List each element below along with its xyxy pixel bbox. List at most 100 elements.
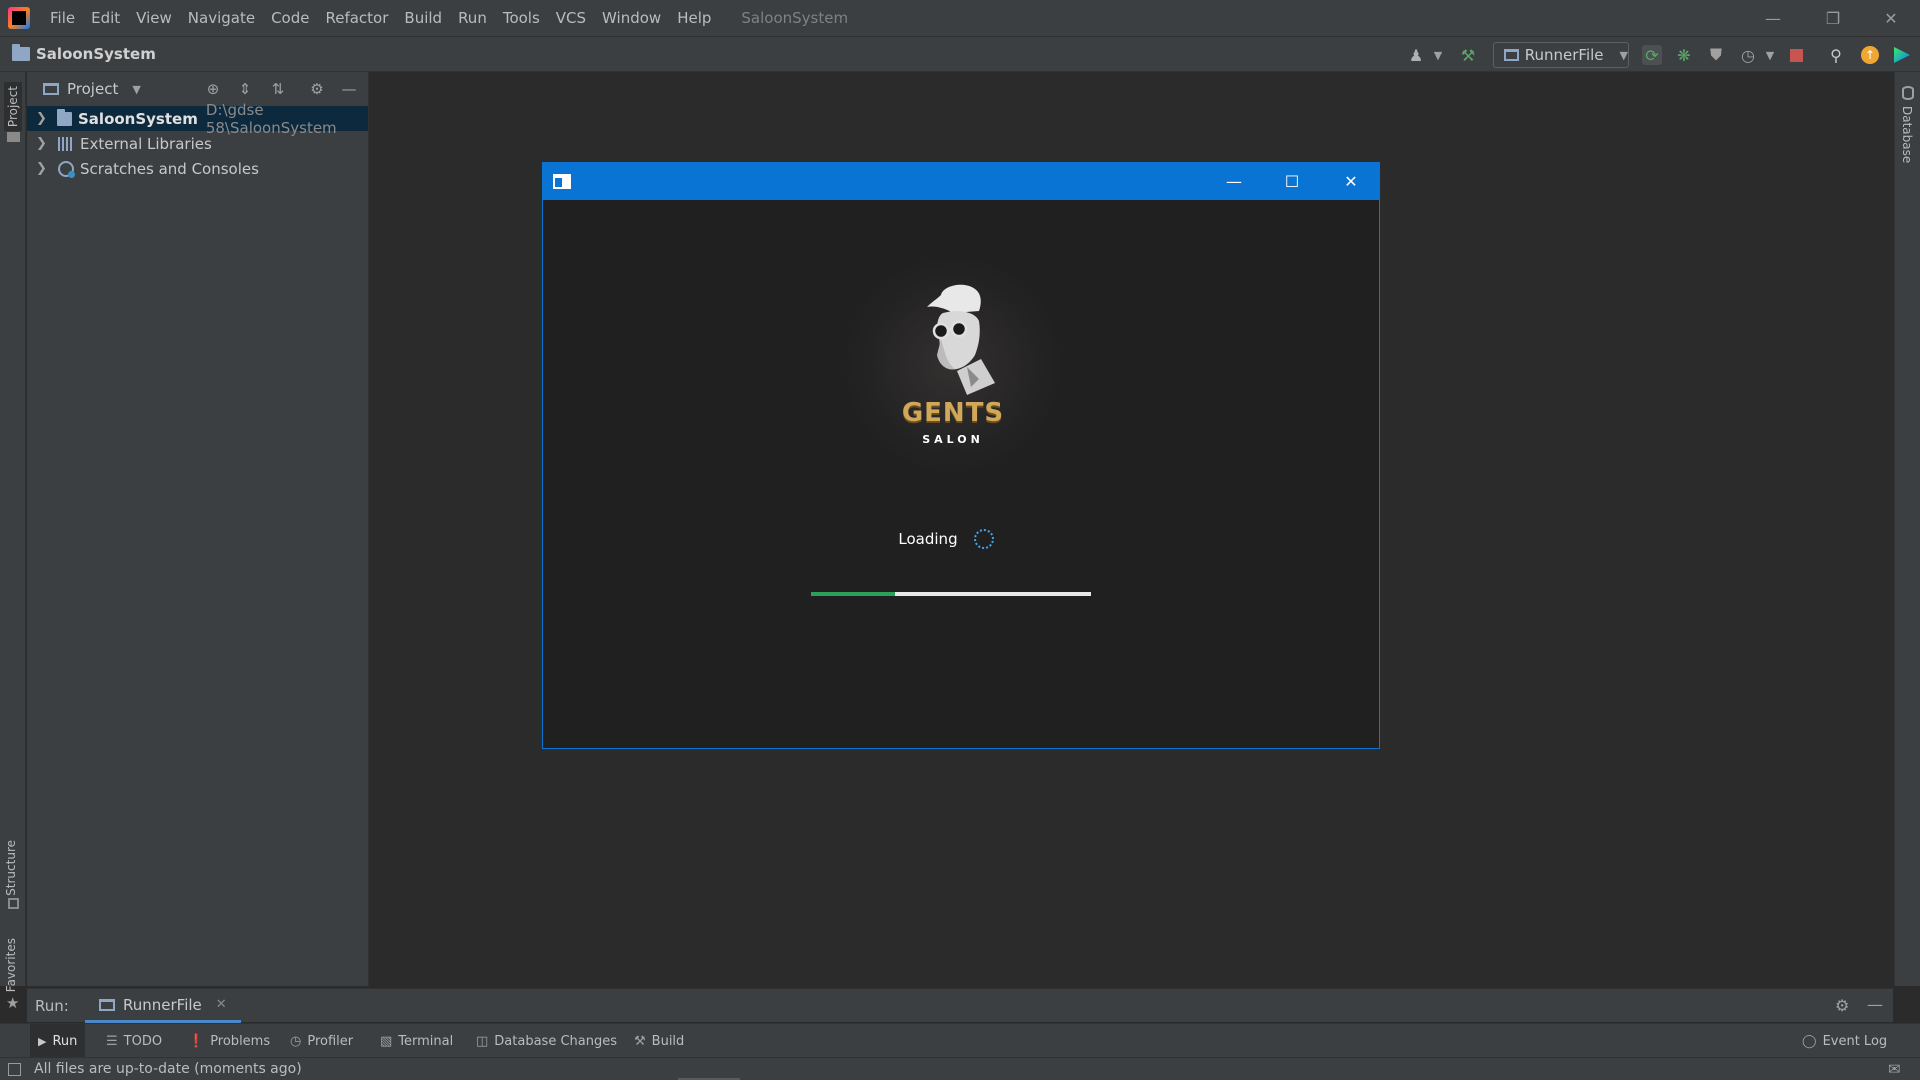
expand-all-icon[interactable]: ⇕ xyxy=(235,79,255,99)
menu-view[interactable]: View xyxy=(128,0,180,36)
loading-indicator: Loading xyxy=(543,529,1379,549)
splash-minimize-button[interactable]: — xyxy=(1205,163,1263,200)
tab-label: Run xyxy=(52,1033,78,1049)
chevron-down-icon: ▼ xyxy=(132,82,141,96)
scratches-icon xyxy=(58,160,75,178)
tab-problems[interactable]: ❗ Problems xyxy=(180,1024,278,1058)
menu-help[interactable]: Help xyxy=(669,0,719,36)
tab-terminal[interactable]: ▧ Terminal xyxy=(372,1024,461,1058)
terminal-icon: ▧ xyxy=(380,1033,393,1049)
code-with-me-icon[interactable] xyxy=(1892,45,1912,65)
project-tool-tab-label: Project xyxy=(6,86,20,128)
restore-button[interactable]: ❐ xyxy=(1804,0,1862,36)
tree-item-label: SaloonSystem xyxy=(78,109,198,128)
build-hammer-icon[interactable]: ⚒ xyxy=(1458,45,1478,65)
user-dropdown-icon[interactable]: ▼ xyxy=(1428,45,1448,65)
menu-file[interactable]: File xyxy=(42,0,83,36)
problems-icon: ❗ xyxy=(188,1033,205,1049)
right-tool-strip: Database xyxy=(1894,72,1920,986)
menu-vcs[interactable]: VCS xyxy=(548,0,594,36)
hammer-icon: ⚒ xyxy=(634,1033,646,1049)
chevron-right-icon[interactable]: ❯ xyxy=(36,136,48,151)
run-config-select[interactable]: RunnerFile ▼ xyxy=(1493,42,1629,68)
database-tool-tab-label: Database xyxy=(1900,106,1914,164)
menu-window[interactable]: Window xyxy=(594,0,669,36)
tab-todo[interactable]: ☰ TODO xyxy=(98,1024,170,1058)
splash-maximize-button[interactable]: ☐ xyxy=(1263,163,1321,200)
close-window-button[interactable]: ✕ xyxy=(1862,0,1920,36)
collapse-all-icon[interactable]: ⇅ xyxy=(268,79,288,99)
project-view-select[interactable]: Project ▼ xyxy=(43,80,141,98)
profiler-icon: ◷ xyxy=(290,1033,302,1049)
loading-window-titlebar[interactable]: — ☐ ✕ xyxy=(543,163,1379,200)
restore-icon: ❐ xyxy=(1825,8,1841,28)
database-tool-tab[interactable]: Database xyxy=(1900,106,1914,163)
close-tab-icon[interactable]: ✕ xyxy=(216,997,227,1012)
tree-item-scratches[interactable]: ❯ Scratches and Consoles xyxy=(27,156,368,181)
play-icon: ▶ xyxy=(38,1034,47,1048)
profiler-run-icon[interactable]: ◷ xyxy=(1738,45,1758,65)
update-icon[interactable]: ↑ xyxy=(1860,45,1880,65)
menu-code[interactable]: Code xyxy=(263,0,317,36)
favorites-tool-tab-label: Favorites xyxy=(4,938,18,993)
menu-build[interactable]: Build xyxy=(396,0,450,36)
tab-profiler[interactable]: ◷ Profiler xyxy=(282,1024,361,1058)
gents-salon-logo: GENTS SALON xyxy=(843,255,1063,475)
run-tool-window-bar: Run: RunnerFile ✕ ⚙ — xyxy=(27,988,1893,1023)
event-log-label: Event Log xyxy=(1822,1033,1888,1049)
breadcrumb-project: SaloonSystem xyxy=(36,45,156,63)
more-run-options-icon[interactable]: ▼ xyxy=(1760,45,1780,65)
tree-item-saloonsystem[interactable]: ❯ SaloonSystem D:\gdse 58\SaloonSystem xyxy=(27,101,368,137)
run-tab-runnerfile[interactable]: RunnerFile ✕ xyxy=(85,989,241,1023)
spinner-icon xyxy=(973,529,994,549)
project-tool-tab[interactable]: Project xyxy=(4,82,22,132)
rerun-icon[interactable]: ⟳ xyxy=(1642,45,1662,65)
notifications-icon[interactable]: ✉ xyxy=(1888,1060,1901,1078)
hide-panel-icon[interactable]: — xyxy=(1867,995,1883,1014)
structure-tool-tab[interactable]: Structure xyxy=(4,840,18,896)
menu-navigate[interactable]: Navigate xyxy=(180,0,263,36)
splash-close-button[interactable]: ✕ xyxy=(1322,163,1380,200)
tree-item-external-libraries[interactable]: ❯ External Libraries xyxy=(27,131,368,156)
database-changes-icon: ◫ xyxy=(476,1033,489,1049)
menu-tools[interactable]: Tools xyxy=(495,0,548,36)
coverage-icon[interactable]: ⛊ xyxy=(1706,45,1726,65)
tab-label: Database Changes xyxy=(494,1033,618,1049)
chevron-right-icon[interactable]: ❯ xyxy=(36,161,48,176)
tab-run[interactable]: ▶ Run xyxy=(30,1024,86,1058)
star-icon: ★ xyxy=(6,994,20,1012)
favorites-tool-tab[interactable]: Favorites xyxy=(4,938,18,992)
tab-label: TODO xyxy=(123,1033,163,1049)
module-folder-icon xyxy=(56,108,72,126)
close-icon: ✕ xyxy=(1884,8,1898,28)
gear-icon[interactable]: ⚙ xyxy=(1835,996,1849,1015)
hide-panel-icon[interactable]: — xyxy=(339,79,359,99)
search-icon[interactable]: ⚲ xyxy=(1826,45,1846,65)
toggle-tool-windows-icon[interactable] xyxy=(8,1063,21,1076)
gear-icon[interactable]: ⚙ xyxy=(307,79,327,99)
tab-label: Terminal xyxy=(398,1033,454,1049)
status-bar: All files are up-to-date (moments ago) ✉ xyxy=(0,1057,1920,1080)
project-panel-title: Project xyxy=(67,80,119,98)
breadcrumb[interactable]: SaloonSystem xyxy=(12,44,156,63)
intellij-logo-icon xyxy=(8,7,30,29)
user-icon[interactable]: ♟ xyxy=(1406,45,1426,65)
locate-file-icon[interactable]: ⊕ xyxy=(203,79,223,99)
tab-label: Build xyxy=(651,1033,685,1049)
minimize-button[interactable]: — xyxy=(1744,0,1802,36)
brand-subtitle: SALON xyxy=(922,433,984,446)
event-log-button[interactable]: ◯ Event Log xyxy=(1794,1024,1895,1058)
tab-database-changes[interactable]: ◫ Database Changes xyxy=(468,1024,625,1058)
tab-build[interactable]: ⚒ Build xyxy=(626,1024,692,1058)
navigation-bar: SaloonSystem ♟ ▼ ⚒ RunnerFile ▼ ⟳ ❋ ⛊ ◷ … xyxy=(0,36,1920,72)
debug-bug-icon[interactable]: ❋ xyxy=(1674,45,1694,65)
chevron-down-icon: ▼ xyxy=(1619,48,1628,62)
stop-icon[interactable] xyxy=(1786,45,1806,65)
tree-item-label: Scratches and Consoles xyxy=(80,159,259,178)
menu-refactor[interactable]: Refactor xyxy=(317,0,396,36)
menu-edit[interactable]: Edit xyxy=(83,0,128,36)
chevron-right-icon[interactable]: ❯ xyxy=(36,111,47,126)
menu-run[interactable]: Run xyxy=(450,0,495,36)
tab-label: Problems xyxy=(210,1033,271,1049)
structure-tool-icon xyxy=(8,898,19,909)
